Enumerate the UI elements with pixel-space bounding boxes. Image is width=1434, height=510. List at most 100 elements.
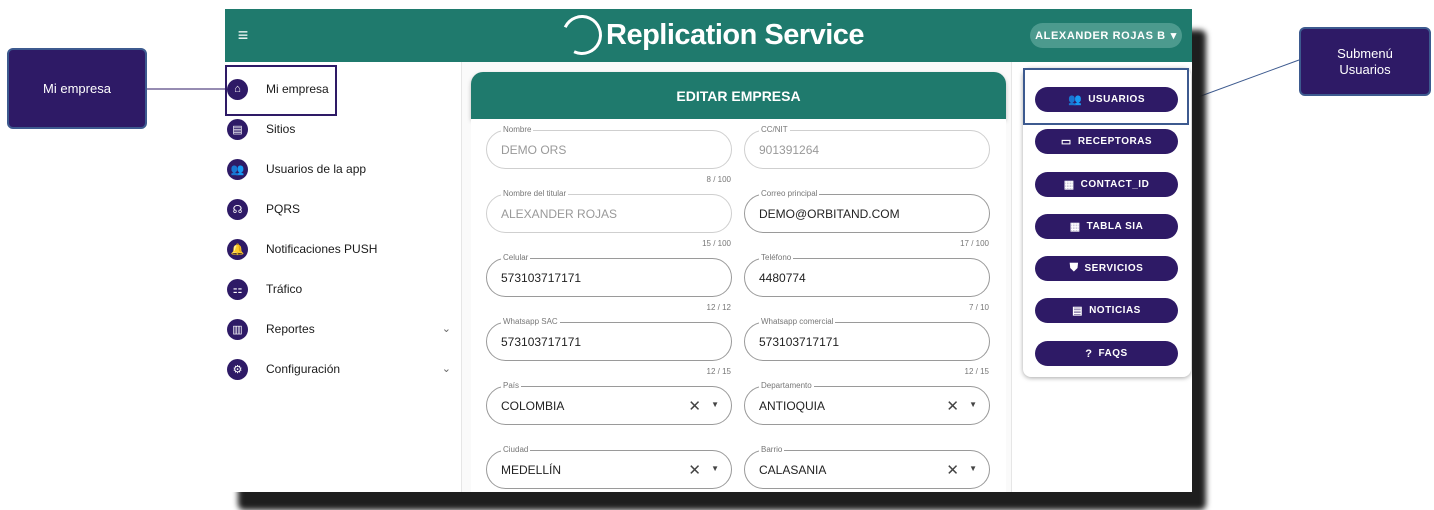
callout-mi-empresa: Mi empresa <box>7 48 147 129</box>
submenu-button-label: CONTACT_ID <box>1080 179 1150 190</box>
form-title: EDITAR EMPRESA <box>676 87 801 104</box>
whatsapp-comercial-field[interactable]: Whatsapp comercial 573103717171 12 / 15 <box>744 317 990 376</box>
sidebar-item-label: PQRS <box>266 202 301 216</box>
help-icon: ? <box>1085 347 1093 360</box>
clear-icon[interactable]: ✕ <box>946 397 959 415</box>
dropdown-arrow-icon[interactable]: ▼ <box>711 400 719 409</box>
celular-field[interactable]: Celular 573103717171 12 / 12 <box>486 253 732 312</box>
field-label: Ciudad <box>501 445 531 455</box>
field-label: Teléfono <box>759 253 794 263</box>
submenu-receptoras-button[interactable]: ▭ RECEPTORAS <box>1035 129 1178 154</box>
table-icon: ▦ <box>1069 221 1081 233</box>
field-counter: 12 / 15 <box>706 367 731 376</box>
field-value: 4480774 <box>759 271 806 285</box>
field-label: Whatsapp SAC <box>501 317 560 327</box>
sidebar-item-label: Tráfico <box>266 282 303 296</box>
field-value: MEDELLÍN <box>501 463 562 477</box>
user-menu-button[interactable]: ALEXANDER ROJAS B ▾ <box>1030 23 1182 48</box>
clear-icon[interactable]: ✕ <box>688 461 701 479</box>
field-counter: 15 / 100 <box>702 239 731 248</box>
dropdown-arrow-icon[interactable]: ▼ <box>969 464 977 473</box>
submenu-panel: 👥 USUARIOS ▭ RECEPTORAS ▦ CONTACT_ID ▦ T… <box>1023 68 1191 377</box>
submenu-button-label: FAQS <box>1098 348 1128 359</box>
field-value: ANTIOQUIA <box>759 399 826 413</box>
submenu-button-label: NOTICIAS <box>1089 305 1141 316</box>
field-label: CC/NIT <box>759 125 790 135</box>
submenu-noticias-button[interactable]: ▤ NOTICIAS <box>1035 298 1178 323</box>
sidebar-item-label: Usuarios de la app <box>266 162 367 176</box>
whatsapp-sac-field[interactable]: Whatsapp SAC 573103717171 12 / 15 <box>486 317 732 376</box>
monitor-icon: ▭ <box>1060 136 1072 148</box>
hamburger-icon[interactable]: ≡ <box>235 25 251 45</box>
field-label: País <box>501 381 522 391</box>
form-header: EDITAR EMPRESA <box>471 72 1006 119</box>
sidebar-item-pqrs[interactable]: ☊ PQRS <box>225 189 457 229</box>
clear-icon[interactable]: ✕ <box>946 461 959 479</box>
field-counter: 17 / 100 <box>960 239 989 248</box>
sidebar-item-label: Reportes <box>266 322 315 336</box>
field-label: Departamento <box>759 381 814 391</box>
titular-field: Nombre del titular ALEXANDER ROJAS 15 / … <box>486 189 732 248</box>
sidebar: ⌂ Mi empresa ▤ Sitios 👥 Usuarios de la a… <box>225 65 457 389</box>
submenu-faqs-button[interactable]: ? FAQS <box>1035 341 1178 366</box>
field-counter: 8 / 100 <box>706 175 731 184</box>
table-icon: ▦ <box>1063 179 1075 191</box>
sidebar-item-label: Sitios <box>266 122 296 136</box>
field-label: Whatsapp comercial <box>759 317 836 327</box>
users-icon: 👥 <box>1068 94 1083 106</box>
chevron-down-icon[interactable]: ⌄ <box>442 362 451 375</box>
callout-mi-empresa-text: Mi empresa <box>43 80 111 96</box>
article-icon: ▤ <box>1072 305 1084 317</box>
submenu-servicios-button[interactable]: ⛊ SERVICIOS <box>1035 256 1178 281</box>
sidebar-item-label: Configuración <box>266 362 341 376</box>
users-icon: 👥 <box>227 158 248 180</box>
field-value: DEMO@ORBITAND.COM <box>759 207 900 221</box>
chart-icon: ▥ <box>227 318 248 340</box>
submenu-tabla-sia-button[interactable]: ▦ TABLA SIA <box>1035 214 1178 239</box>
field-value: 901391264 <box>759 143 820 157</box>
form-body: Nombre DEMO ORS 8 / 100 CC/NIT 901391264… <box>471 119 1006 492</box>
sidebar-item-notificaciones[interactable]: 🔔 Notificaciones PUSH <box>225 229 457 269</box>
pais-select[interactable]: País COLOMBIA ✕ ▼ <box>486 381 732 425</box>
submenu-button-label: USUARIOS <box>1088 94 1145 105</box>
app-title: Replication Service <box>606 18 865 51</box>
field-label: Nombre <box>501 125 534 135</box>
shield-icon: ⛊ <box>1069 262 1079 274</box>
ciudad-select[interactable]: Ciudad MEDELLÍN ✕ ▼ <box>486 445 732 489</box>
chevron-down-icon[interactable]: ⌄ <box>442 322 451 335</box>
callout-submenu-usuarios: Submenú Usuarios <box>1299 27 1431 96</box>
field-label: Barrio <box>759 445 785 455</box>
submenu-contact-id-button[interactable]: ▦ CONTACT_ID <box>1035 172 1178 197</box>
field-counter: 12 / 12 <box>706 303 731 312</box>
sidebar-item-reportes[interactable]: ▥ Reportes ⌄ <box>225 309 457 349</box>
sidebar-item-label: Notificaciones PUSH <box>266 242 378 256</box>
barrio-select[interactable]: Barrio CALASANIA ✕ ▼ <box>744 445 990 489</box>
ccnit-field: CC/NIT 901391264 <box>744 125 990 169</box>
app-window: ≡ Replication Service ALEXANDER ROJAS B … <box>225 9 1192 492</box>
field-counter: 7 / 10 <box>968 303 989 312</box>
field-value: 573103717171 <box>759 335 840 349</box>
dropdown-arrow-icon[interactable]: ▼ <box>969 400 977 409</box>
field-label: Celular <box>501 253 531 263</box>
sidebar-item-trafico[interactable]: ⚏ Tráfico <box>225 269 457 309</box>
field-value: CALASANIA <box>759 463 827 477</box>
clear-icon[interactable]: ✕ <box>688 397 701 415</box>
sidebar-item-configuracion[interactable]: ⚙ Configuración ⌄ <box>225 349 457 389</box>
submenu-usuarios-button[interactable]: 👥 USUARIOS <box>1035 87 1178 112</box>
nombre-field: Nombre DEMO ORS 8 / 100 <box>486 125 732 184</box>
bell-icon: 🔔 <box>227 238 248 260</box>
store-icon: ▤ <box>227 118 248 140</box>
sidebar-item-usuarios-app[interactable]: 👥 Usuarios de la app <box>225 149 457 189</box>
user-name: ALEXANDER ROJAS B <box>1035 29 1166 42</box>
dropdown-arrow-icon[interactable]: ▼ <box>711 464 719 473</box>
field-value: ALEXANDER ROJAS <box>501 207 618 221</box>
telefono-field[interactable]: Teléfono 4480774 7 / 10 <box>744 253 990 312</box>
departamento-select[interactable]: Departamento ANTIOQUIA ✕ ▼ <box>744 381 990 425</box>
field-label: Correo principal <box>759 189 820 199</box>
submenu-button-label: RECEPTORAS <box>1077 136 1153 147</box>
callout-submenu-line2: Usuarios <box>1339 61 1391 77</box>
correo-field[interactable]: Correo principal DEMO@ORBITAND.COM 17 / … <box>744 189 990 248</box>
highlight-mi-empresa <box>225 65 337 116</box>
callout-submenu-line1: Submenú <box>1337 45 1393 61</box>
field-value: DEMO ORS <box>501 143 567 157</box>
